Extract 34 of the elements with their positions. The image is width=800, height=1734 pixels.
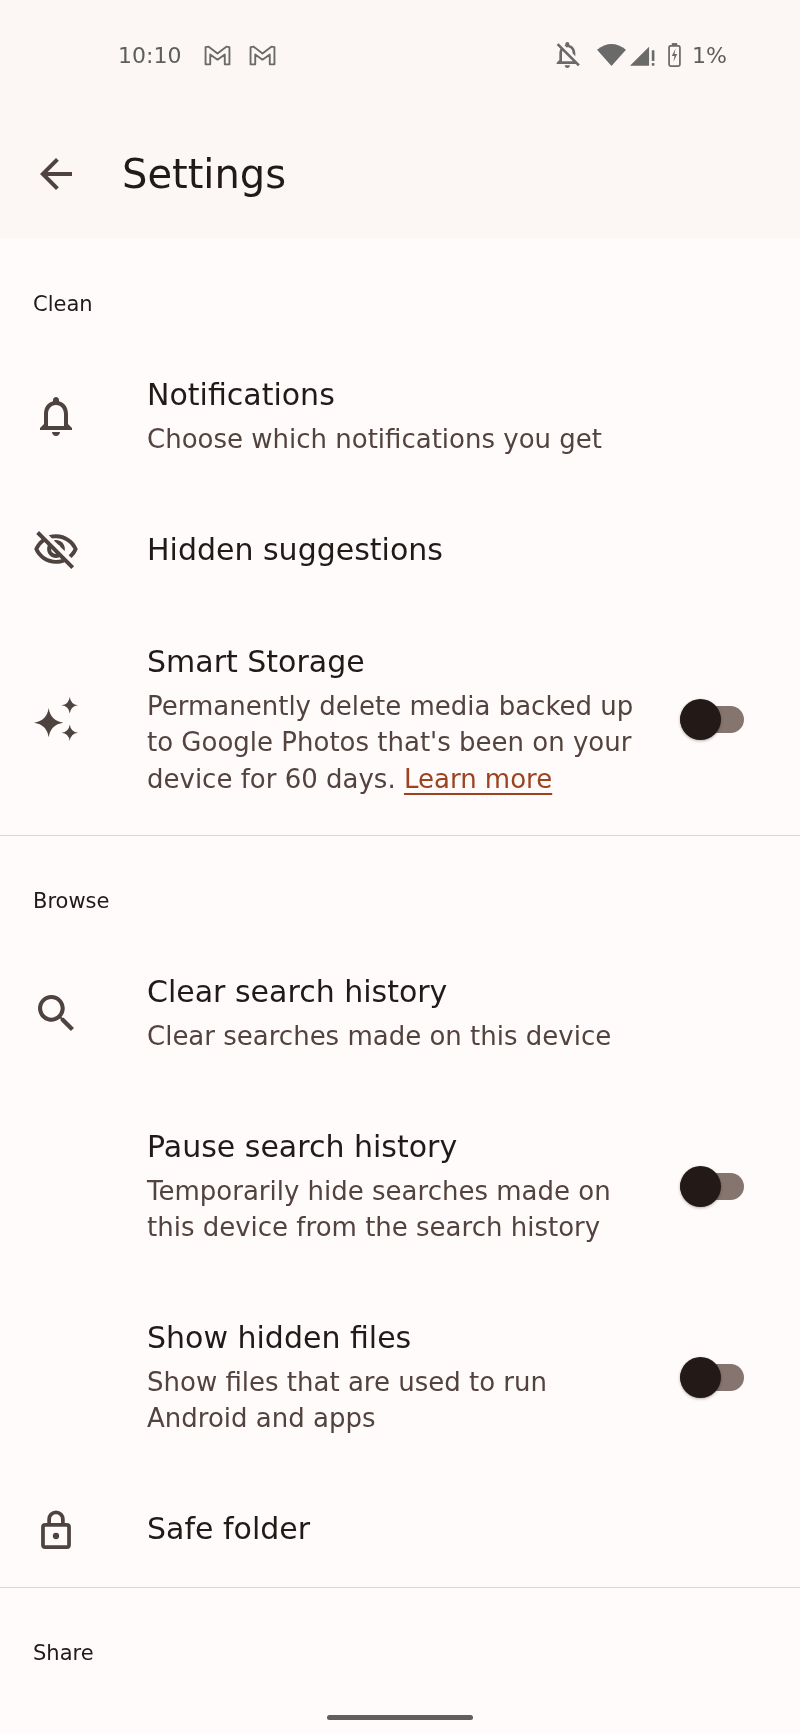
- setting-title[interactable]: Show hidden files: [147, 1317, 412, 1358]
- bell-off-icon: [556, 42, 581, 68]
- setting-title[interactable]: Hidden suggestions: [147, 529, 443, 570]
- setting-description: Permanently delete media backed up to Google Photos that's been on your device for 60 days. Learn more: [147, 689, 635, 796]
- setting-title[interactable]: Smart Storage: [147, 641, 365, 682]
- toggle-switch[interactable]: [680, 1165, 744, 1207]
- bell-icon: [40, 396, 72, 436]
- page-title: Settings: [122, 151, 287, 197]
- back-arrow-icon: [40, 158, 72, 190]
- section-header: Clean: [33, 291, 93, 318]
- toggle-switch[interactable]: [680, 698, 744, 740]
- toggle-switch[interactable]: [680, 1356, 744, 1398]
- status-time: 10:10: [118, 42, 182, 68]
- mail-icon: [249, 44, 277, 66]
- setting-description: Clear searches made on this device: [147, 1020, 613, 1053]
- setting-description: Choose which notifications you get: [147, 423, 603, 456]
- signal-icon: [630, 44, 656, 66]
- eye-off-icon: [34, 530, 78, 569]
- lock-icon: [41, 1508, 71, 1549]
- section-header: Share: [33, 1639, 94, 1667]
- search-icon: [38, 995, 74, 1032]
- battery-charging-icon: [668, 43, 682, 67]
- mail-icon: [204, 44, 232, 66]
- text-link[interactable]: Learn more: [403, 763, 553, 794]
- setting-title[interactable]: Pause search history: [147, 1126, 458, 1167]
- setting-title[interactable]: Notifications: [147, 375, 335, 415]
- setting-title[interactable]: Safe folder: [147, 1508, 311, 1549]
- setting-title[interactable]: Clear search history: [147, 972, 448, 1012]
- setting-description: Temporarily hide searches made on this device from the search history: [147, 1174, 612, 1244]
- setting-description: Show files that are used to run Android and apps: [147, 1365, 548, 1435]
- battery-percent: 1%: [692, 42, 727, 68]
- sparkles-icon: [34, 697, 78, 742]
- section-header: Browse: [33, 888, 110, 915]
- wifi-icon: [597, 44, 627, 66]
